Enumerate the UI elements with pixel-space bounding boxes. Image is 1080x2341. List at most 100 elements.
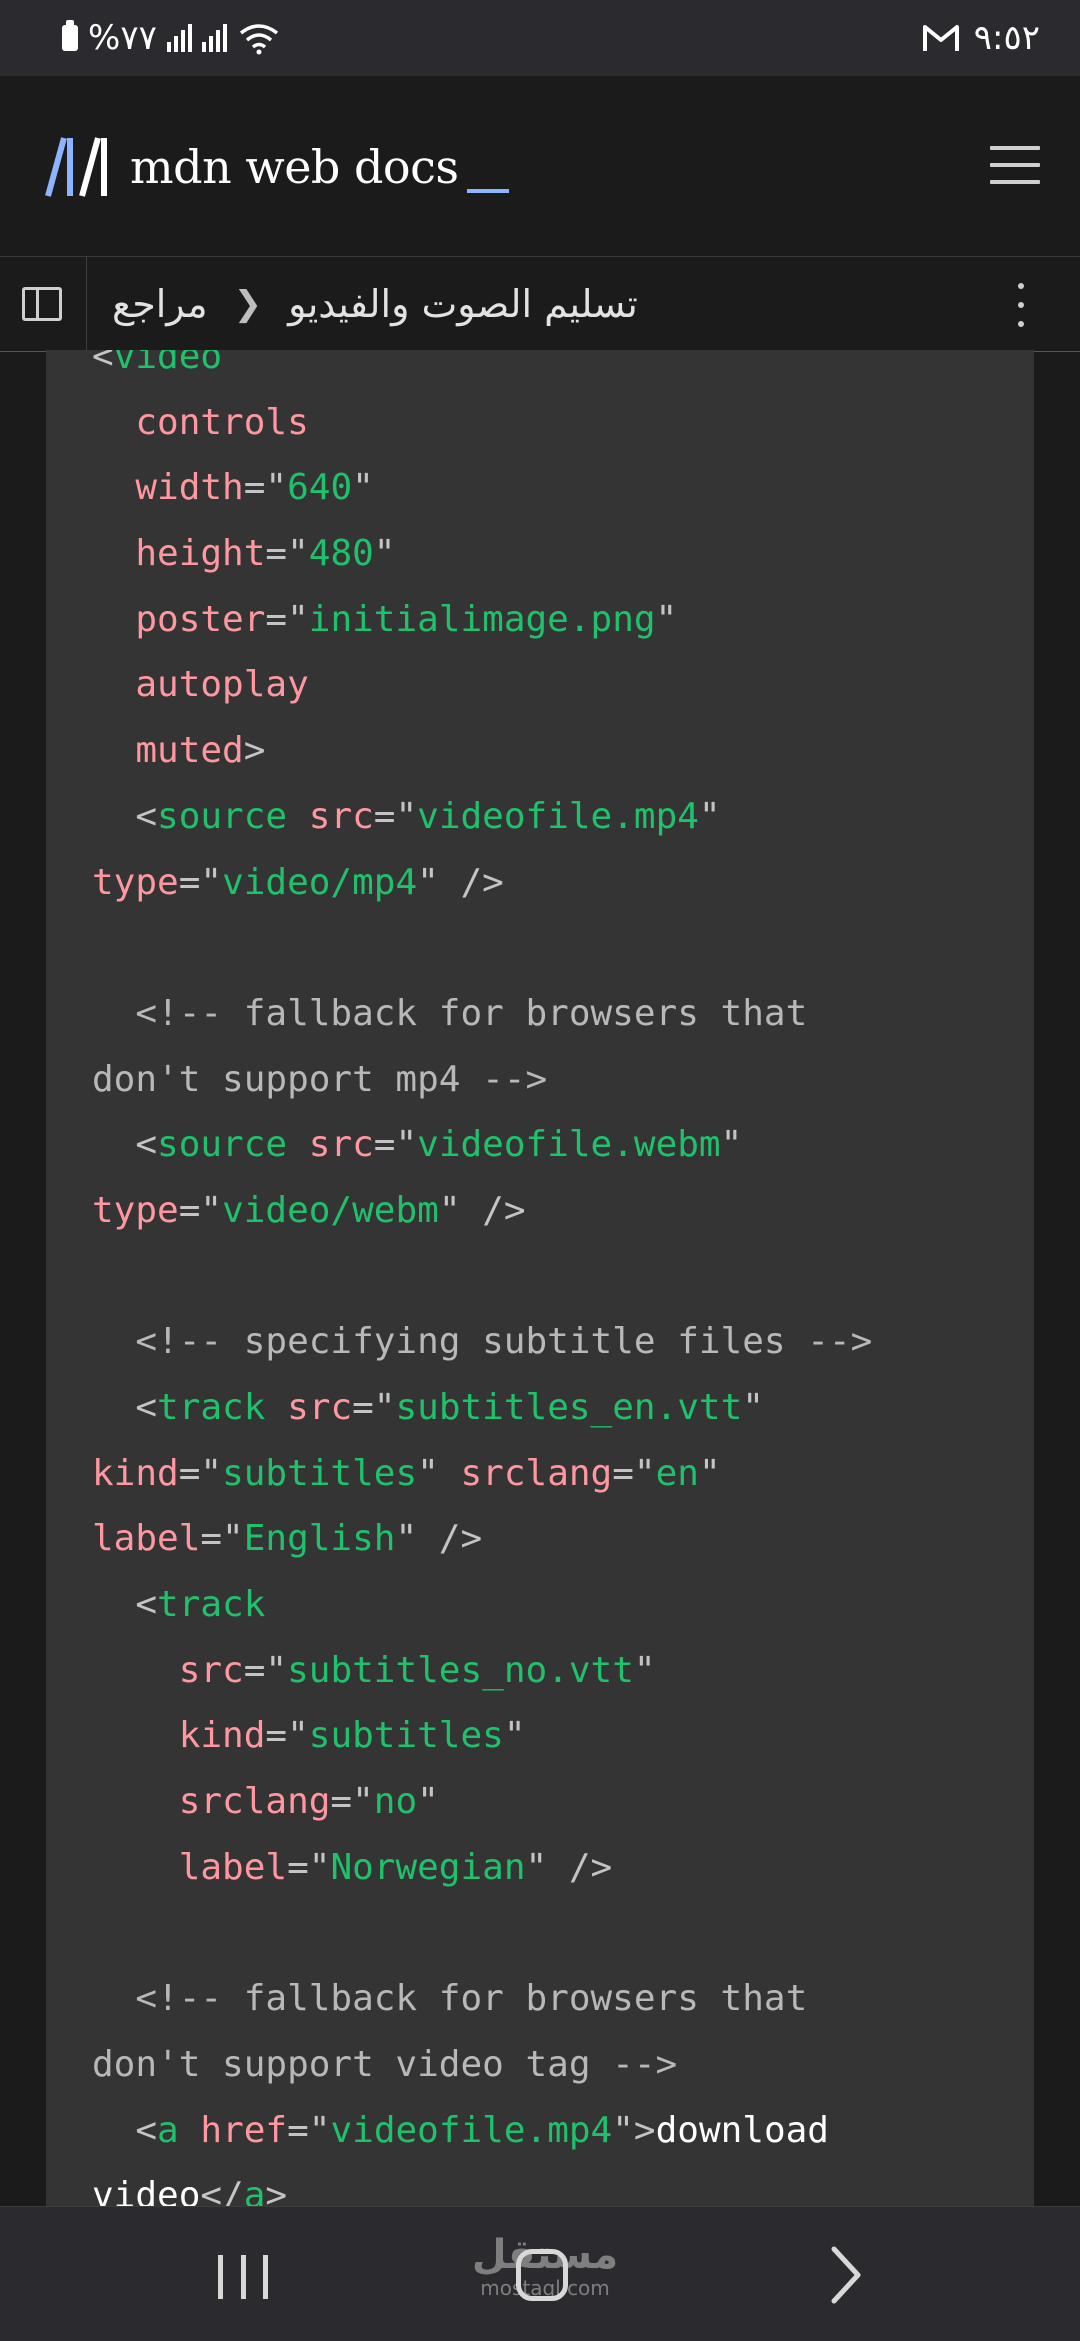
code-line: <a href="videofile.mp4">download bbox=[92, 2098, 872, 2164]
code-token-p bbox=[287, 1124, 309, 1165]
code-token-p bbox=[92, 533, 135, 574]
code-token-p: " /> bbox=[525, 1846, 613, 1888]
code-line: label="Norwegian" /> bbox=[92, 1835, 872, 1901]
code-token-attr: type bbox=[92, 861, 179, 903]
code-token-p bbox=[92, 467, 135, 508]
code-text: <video controls width="640" height="480"… bbox=[92, 350, 872, 2206]
code-token-p bbox=[287, 796, 309, 837]
code-token-tag: video bbox=[113, 350, 223, 377]
code-line: <source src="videofile.webm" bbox=[92, 1112, 872, 1178]
site-header: mdn web docs bbox=[0, 76, 1080, 256]
hamburger-menu-icon[interactable] bbox=[990, 146, 1040, 186]
more-vert-icon[interactable] bbox=[1016, 283, 1026, 327]
status-bar: %٧٧ ٩:٥٢ bbox=[0, 0, 1080, 76]
code-token-attr: width bbox=[135, 467, 244, 509]
code-token-p: =" bbox=[287, 1846, 331, 1888]
code-token-val: video/mp4 bbox=[222, 861, 418, 903]
code-token-p bbox=[92, 730, 135, 771]
home-icon[interactable] bbox=[516, 2249, 568, 2301]
code-line: label="English" /> bbox=[92, 1506, 872, 1572]
code-token-val: videofile.webm bbox=[417, 1124, 721, 1166]
code-token-com: <!-- fallback for browsers that bbox=[92, 1978, 808, 2020]
code-line: <!-- fallback for browsers that bbox=[92, 1966, 872, 2032]
code-token-attr: href bbox=[200, 2109, 288, 2151]
code-example: <video controls width="640" height="480"… bbox=[46, 350, 1034, 2206]
code-token-p: > bbox=[243, 730, 266, 772]
code-token-val: 640 bbox=[287, 467, 353, 509]
code-token-val: Norwegian bbox=[330, 1846, 526, 1888]
code-token-attr: kind bbox=[92, 1452, 179, 1494]
code-token-p bbox=[92, 1715, 179, 1756]
code-token-p: < bbox=[92, 350, 114, 377]
code-token-attr: label bbox=[92, 1518, 201, 1560]
recent-apps-icon[interactable] bbox=[218, 2255, 268, 2299]
code-token-p: " /> bbox=[417, 861, 504, 903]
breadcrumb-item-references[interactable]: مراجع bbox=[112, 282, 208, 326]
code-line: <track bbox=[92, 1572, 872, 1638]
code-token-p: =" bbox=[352, 1387, 396, 1428]
code-token-p: " bbox=[417, 1452, 461, 1494]
code-token-p: =" bbox=[243, 467, 288, 509]
code-line: <!-- fallback for browsers that bbox=[92, 981, 872, 1047]
code-token-p: =" bbox=[178, 1452, 223, 1494]
forward-icon[interactable] bbox=[826, 2243, 866, 2307]
code-token-p: =" bbox=[612, 1452, 656, 1494]
code-line: <video bbox=[92, 350, 872, 390]
code-line: kind="subtitles" srclang="en" bbox=[92, 1441, 872, 1507]
code-line: autoplay bbox=[92, 652, 872, 718]
code-token-attr: srclang bbox=[178, 1781, 331, 1823]
code-line: width="640" bbox=[92, 455, 872, 521]
code-token-attr: type bbox=[92, 1189, 179, 1231]
code-line: <!-- specifying subtitle files --> bbox=[92, 1309, 872, 1375]
breadcrumb-item-current[interactable]: تسليم الصوت والفيديو bbox=[288, 282, 638, 326]
code-token-p: > bbox=[265, 2175, 288, 2206]
breadcrumb: مراجع ❯ تسليم الصوت والفيديو bbox=[112, 257, 638, 351]
mdn-logo-icon bbox=[45, 137, 107, 197]
code-token-p: " bbox=[655, 598, 678, 640]
code-line: muted> bbox=[92, 718, 872, 784]
code-token-p: < bbox=[92, 1124, 158, 1166]
code-token-text: video bbox=[92, 2175, 201, 2206]
code-line: video</a> bbox=[92, 2163, 872, 2206]
code-token-p bbox=[92, 1650, 179, 1691]
code-token-tag: source bbox=[157, 1124, 288, 1166]
code-token-val: subtitles_en.vtt bbox=[395, 1387, 743, 1428]
wifi-icon bbox=[239, 24, 278, 55]
code-line: type="video/webm" /> bbox=[92, 1178, 872, 1244]
code-token-val: English bbox=[243, 1518, 396, 1560]
code-token-p: < bbox=[92, 795, 158, 837]
code-token-text: download bbox=[655, 2109, 829, 2151]
code-token-com: don't support mp4 --> bbox=[92, 1058, 548, 1100]
code-token-p: " bbox=[742, 1387, 764, 1428]
code-token-tag: a bbox=[157, 2109, 179, 2151]
code-token-val: videofile.mp4 bbox=[417, 795, 699, 837]
mdn-logo[interactable]: mdn web docs bbox=[44, 136, 509, 198]
code-token-attr: src bbox=[308, 1124, 374, 1166]
breadcrumb-bar: مراجع ❯ تسليم الصوت والفيديو bbox=[0, 256, 1080, 352]
code-token-p: " bbox=[417, 1781, 439, 1823]
code-token-p: " bbox=[698, 1452, 721, 1494]
code-token-p: " bbox=[698, 795, 721, 837]
chevron-icon: ❯ bbox=[233, 284, 263, 324]
code-token-p: " bbox=[633, 1649, 656, 1691]
code-token-p: " bbox=[503, 1715, 526, 1757]
code-token-p: " /> bbox=[395, 1518, 483, 1560]
code-token-p bbox=[92, 664, 135, 705]
sidebar-toggle-button[interactable] bbox=[0, 257, 87, 351]
code-line: controls bbox=[92, 390, 872, 456]
code-token-p: =" bbox=[265, 533, 309, 575]
code-token-attr: srclang bbox=[460, 1452, 613, 1494]
code-line: don't support mp4 --> bbox=[92, 1047, 872, 1113]
code-token-tag: track bbox=[157, 1387, 266, 1428]
code-token-val: initialimage.png bbox=[308, 598, 656, 640]
code-token-p: =" bbox=[373, 795, 418, 837]
logo-cursor bbox=[466, 189, 509, 193]
code-token-p bbox=[179, 2110, 201, 2151]
signal-icon bbox=[166, 24, 192, 52]
code-token-p: " bbox=[720, 1124, 743, 1166]
status-left: %٧٧ bbox=[62, 18, 281, 58]
code-token-val: subtitles bbox=[222, 1452, 418, 1494]
code-token-val: video/webm bbox=[222, 1189, 439, 1231]
code-token-attr: src bbox=[178, 1649, 244, 1691]
code-token-p: =" bbox=[373, 1124, 418, 1166]
